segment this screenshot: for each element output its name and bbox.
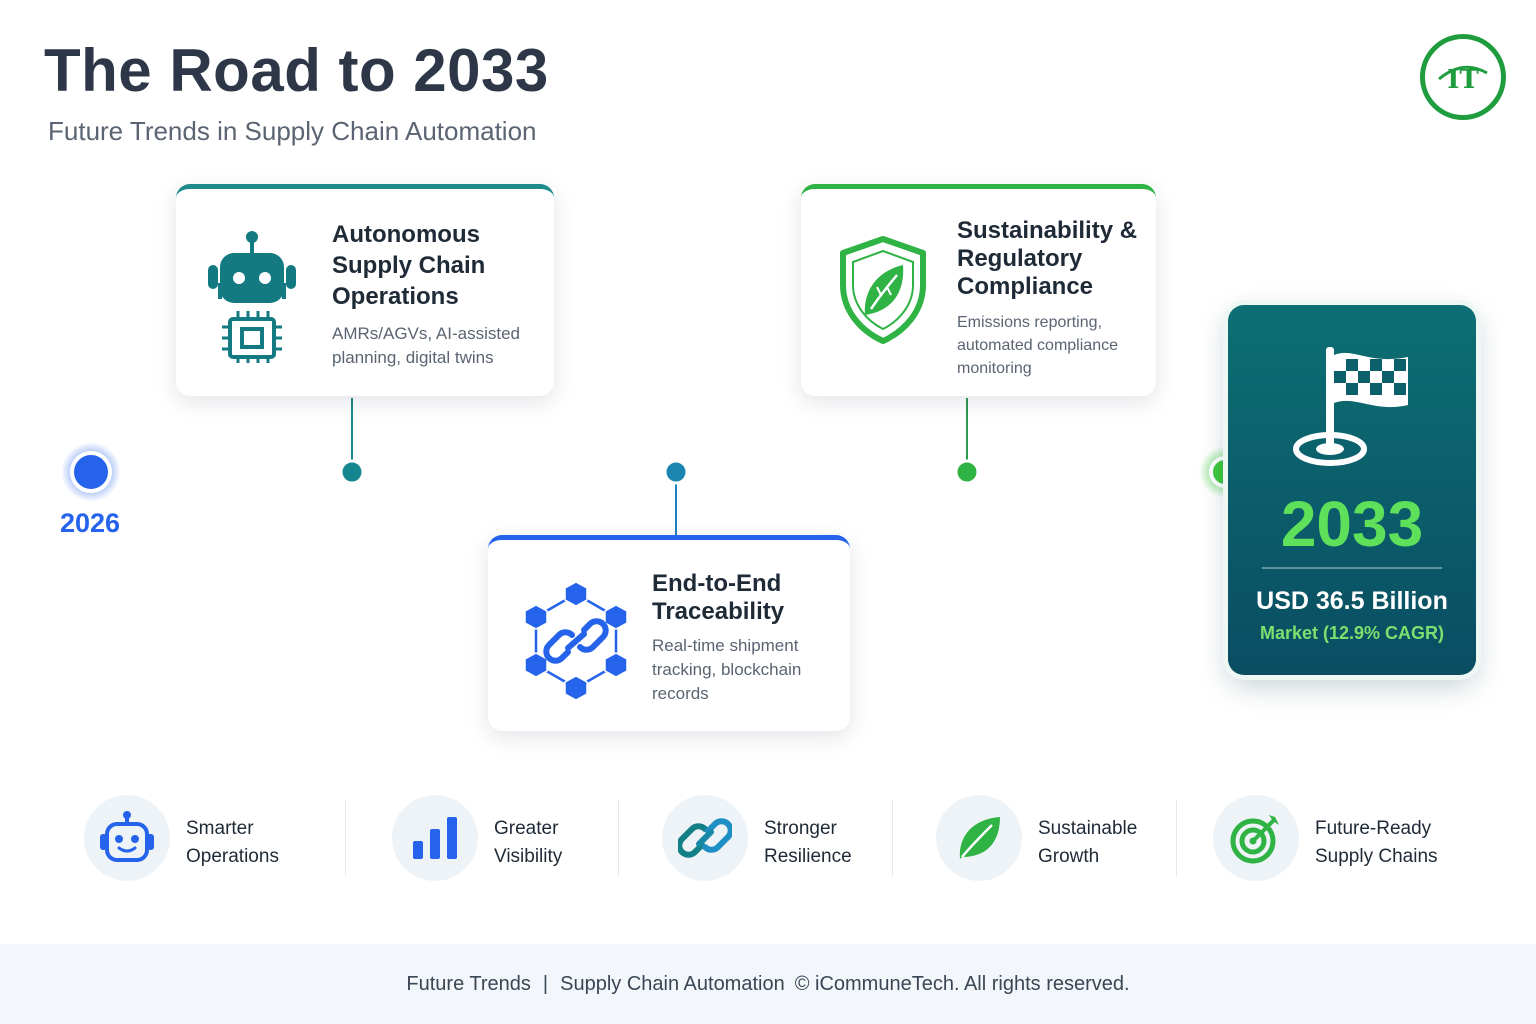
benefit-label: Sustainable Growth <box>1038 818 1138 867</box>
benefit-greater-visibility: Greater Visibility <box>392 795 602 883</box>
benefit-divider <box>892 800 893 876</box>
page-footer: Future Trends | Supply Chain Automation … <box>0 944 1536 1024</box>
benefit-label: Stronger Resilience <box>764 818 852 867</box>
timeline-start-year: 2026 <box>60 508 121 538</box>
benefit-divider <box>618 800 619 876</box>
benefit-divider <box>345 800 346 876</box>
benefit-label: Future-Ready Supply Chains <box>1315 818 1438 867</box>
footer-subject: Supply Chain Automation <box>560 972 785 995</box>
goal-market-value: USD 36.5 Billion <box>1256 587 1448 615</box>
timeline-node-sustainability <box>954 459 980 485</box>
target-icon <box>1230 815 1279 864</box>
goal-year: 2033 <box>1280 488 1424 560</box>
milestone-description: Real-time shipment tracking, blockchain … <box>652 636 802 703</box>
benefit-divider <box>1176 800 1177 876</box>
milestone-card-autonomous: Autonomous Supply Chain Operations AMRs/… <box>176 184 554 396</box>
blockchain-link-icon <box>524 581 628 701</box>
goal-divider <box>1262 567 1442 569</box>
benefit-label: Greater Visibility <box>494 818 563 867</box>
timeline-start-node <box>70 451 112 493</box>
robot-face-icon <box>100 811 154 862</box>
bar-chart-icon <box>413 817 457 859</box>
milestone-title: Sustainability & Regulatory Compliance <box>957 217 1138 300</box>
milestone-description: AMRs/AGVs, AI-assisted planning, digital… <box>332 324 520 367</box>
chain-link-icon <box>678 818 732 858</box>
timeline-node-traceability <box>663 459 689 485</box>
milestone-title: Autonomous Supply Chain Operations <box>332 221 486 310</box>
leaf-icon <box>959 817 1000 859</box>
milestone-card-sustainability: Sustainability & Regulatory Compliance E… <box>801 184 1156 396</box>
milestone-card-traceability: End-to-End Traceability Real-time shipme… <box>488 535 850 731</box>
shield-leaf-icon <box>840 236 926 344</box>
goal-card-2033: 2033 USD 36.5 Billion Market (12.9% CAGR… <box>1228 305 1476 675</box>
benefit-smarter-operations: Smarter Operations <box>84 795 324 883</box>
goal-market-cagr: Market (12.9% CAGR) <box>1259 623 1445 643</box>
milestone-description: Emissions reporting, automated complianc… <box>957 314 1118 377</box>
benefit-sustainable-growth: Sustainable Growth <box>936 795 1156 883</box>
benefit-label: Smarter Operations <box>186 818 279 867</box>
footer-copyright: © iCommuneTech. All rights reserved. <box>794 972 1130 995</box>
footer-separator: | <box>542 972 549 995</box>
checkered-flag-icon <box>1293 347 1408 466</box>
benefit-stronger-resilience: Stronger Resilience <box>662 795 872 883</box>
footer-topic: Future Trends <box>406 972 531 995</box>
milestone-title: End-to-End Traceability <box>652 570 785 625</box>
benefit-future-ready: Future-Ready Supply Chains <box>1213 795 1463 883</box>
robot-chip-icon <box>208 231 296 363</box>
timeline-node-autonomous <box>339 459 365 485</box>
